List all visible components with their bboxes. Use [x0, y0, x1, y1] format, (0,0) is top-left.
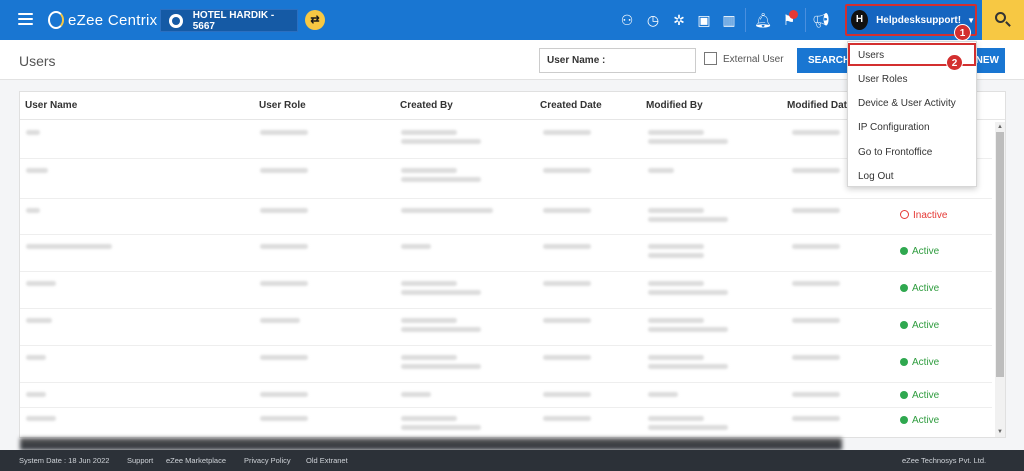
hotel-label: HOTEL HARDIK - 5667	[192, 9, 275, 32]
status-badge: Inactive	[900, 210, 947, 221]
status-badge: Active	[900, 357, 939, 368]
status-badge: Active	[900, 320, 939, 331]
app-logo[interactable]: eZee Centrix	[48, 9, 157, 31]
chevron-down-icon: ▼	[967, 15, 975, 25]
user-name: Helpdesksupport!	[876, 14, 962, 26]
toolbar-divider	[805, 8, 806, 32]
external-user-label: External User	[723, 54, 784, 65]
search-button[interactable]: SEARCH	[797, 48, 850, 73]
table-row[interactable]: Active	[20, 408, 992, 437]
step-callout-2: 2	[946, 54, 963, 71]
username-search-input[interactable]: User Name :	[539, 48, 696, 73]
step-callout-1: 1	[954, 24, 971, 41]
bell-icon[interactable]: 🔔︎	[754, 11, 772, 29]
system-date: System Date : 18 Jun 2022	[19, 456, 110, 465]
scrollbar-thumb[interactable]	[996, 132, 1004, 377]
footer-link-old-extranet[interactable]: Old Extranet	[306, 456, 348, 465]
toolbar-divider	[745, 8, 746, 32]
column-header-modified-date[interactable]: Modified Date	[787, 100, 853, 111]
avatar: H	[851, 10, 869, 30]
megaphone-icon[interactable]: 📢︎	[812, 11, 830, 29]
menu-item-frontoffice[interactable]: Go to Frontoffice	[848, 140, 976, 164]
scroll-down-icon[interactable]: ▼	[995, 427, 1005, 437]
status-badge: Active	[900, 246, 939, 257]
table-row[interactable]: Active	[20, 272, 992, 309]
table-row[interactable]: Active	[20, 309, 992, 346]
footer: System Date : 18 Jun 2022 Support eZee M…	[0, 450, 1024, 471]
report-chart-icon[interactable]: ▥	[720, 11, 738, 29]
hotel-globe-icon	[169, 13, 183, 28]
column-header-created-date[interactable]: Created Date	[540, 100, 602, 111]
inactive-status-icon	[900, 210, 909, 219]
menu-item-device-activity[interactable]: Device & User Activity	[848, 91, 976, 115]
active-status-icon	[900, 284, 908, 292]
calendar-icon[interactable]: ◷	[644, 11, 662, 29]
table-row[interactable]: Active	[20, 346, 992, 383]
table-scrollbar[interactable]: ▲ ▼	[995, 122, 1005, 437]
active-status-icon	[900, 321, 908, 329]
page-title: Users	[19, 53, 56, 69]
menu-item-logout[interactable]: Log Out	[848, 164, 976, 188]
active-status-icon	[900, 416, 908, 424]
team-icon[interactable]: ⚇	[618, 11, 636, 29]
column-header-modified-by[interactable]: Modified By	[646, 100, 703, 111]
table-row[interactable]: Active	[20, 235, 992, 272]
external-user-checkbox[interactable]	[704, 52, 717, 65]
active-status-icon	[900, 358, 908, 366]
logo-icon	[48, 11, 64, 29]
active-status-icon	[900, 391, 908, 399]
footer-link-support[interactable]: Support	[127, 456, 153, 465]
status-badge: Active	[900, 390, 939, 401]
column-header-user-role[interactable]: User Role	[259, 100, 306, 111]
column-header-created-by[interactable]: Created By	[400, 100, 453, 111]
global-search-button[interactable]	[982, 0, 1024, 40]
swap-icon[interactable]: ⇄	[305, 10, 325, 30]
hotel-selector[interactable]: HOTEL HARDIK - 5667	[160, 9, 298, 32]
notification-badge	[789, 10, 798, 19]
app-name: eZee Centrix	[68, 11, 158, 29]
search-icon	[995, 12, 1006, 23]
scroll-up-icon[interactable]: ▲	[995, 122, 1005, 132]
footer-link-privacy[interactable]: Privacy Policy	[244, 456, 291, 465]
copyright: eZee Technosys Pvt. Ltd.	[902, 456, 987, 465]
status-badge: Active	[900, 415, 939, 426]
network-icon[interactable]: ✲	[670, 11, 688, 29]
status-badge: Active	[900, 283, 939, 294]
clipboard-icon[interactable]: ▣	[695, 11, 713, 29]
footer-link-marketplace[interactable]: eZee Marketplace	[166, 456, 226, 465]
table-row[interactable]: Active	[20, 383, 992, 408]
menu-icon[interactable]	[18, 13, 33, 25]
table-row[interactable]: Inactive	[20, 199, 992, 235]
menu-item-ip-configuration[interactable]: IP Configuration	[848, 115, 976, 139]
top-navigation-bar: eZee Centrix HOTEL HARDIK - 5667 ⇄ ⚇ ◷ ✲…	[0, 0, 1024, 40]
active-status-icon	[900, 247, 908, 255]
column-header-user-name[interactable]: User Name	[25, 100, 77, 111]
footer-shadow	[20, 438, 842, 450]
